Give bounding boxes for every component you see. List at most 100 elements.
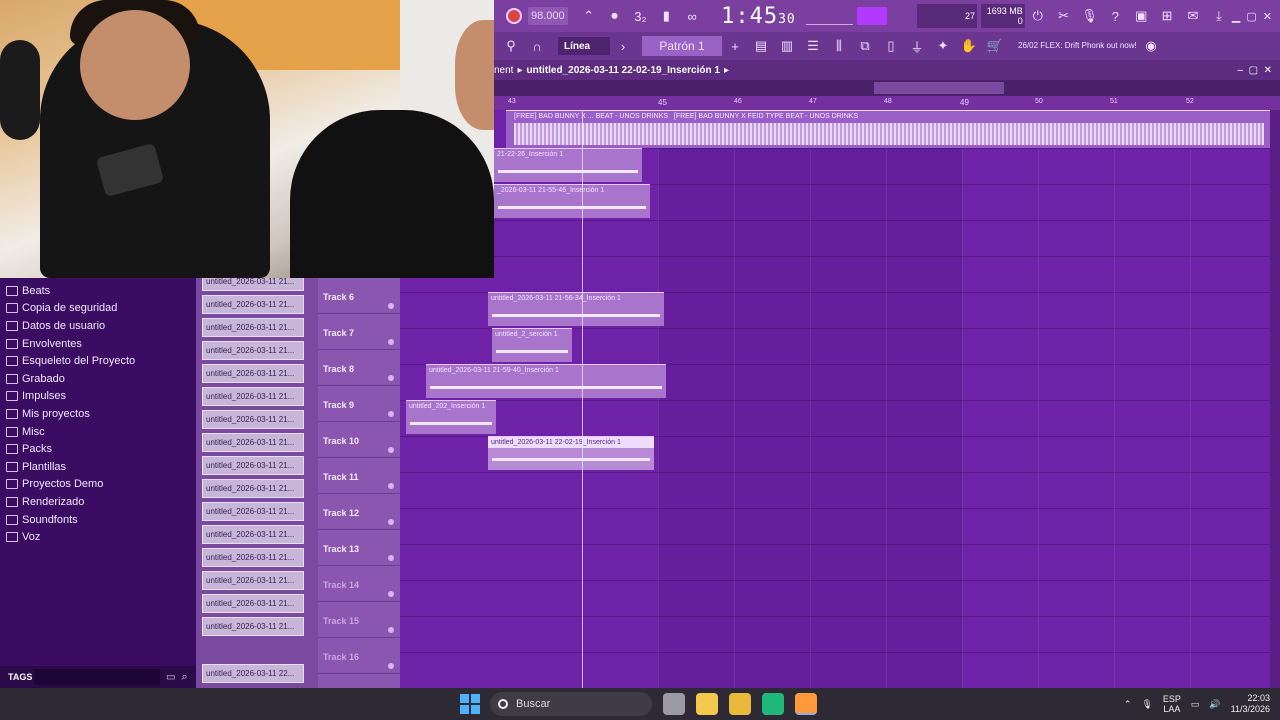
channel-rack-icon[interactable]: ☰ bbox=[802, 35, 824, 57]
record-button[interactable] bbox=[506, 8, 522, 24]
network-icon[interactable]: ▭ bbox=[1191, 699, 1200, 710]
vertical-scrollbar[interactable] bbox=[1270, 110, 1280, 688]
file-explorer-icon[interactable] bbox=[729, 693, 751, 715]
picker-item[interactable]: untitled_2026-03-11 21... bbox=[202, 525, 304, 544]
power-icon[interactable]: ⏻ bbox=[1027, 5, 1049, 27]
chat-icon[interactable]: ✉ bbox=[1182, 5, 1204, 27]
picker-item[interactable]: untitled_2026-03-11 22... bbox=[202, 664, 304, 683]
track-dot-icon[interactable] bbox=[388, 483, 394, 489]
browser-icon[interactable]: ⧉ bbox=[854, 35, 876, 57]
track-dot-icon[interactable] bbox=[388, 447, 394, 453]
mixer-icon[interactable]: ⊞ bbox=[1156, 5, 1178, 27]
browser-item-beats[interactable]: Beats bbox=[0, 282, 196, 300]
browser-item-envelopes[interactable]: Envolventes bbox=[0, 335, 196, 353]
add-pattern-icon[interactable]: + bbox=[724, 35, 746, 57]
track-header[interactable]: Track 6 bbox=[318, 278, 400, 314]
track-header[interactable]: Track 14 bbox=[318, 566, 400, 602]
snap-icon[interactable]: ⚲ bbox=[500, 35, 522, 57]
volume-icon[interactable]: 🔊 bbox=[1209, 699, 1220, 710]
picker-item[interactable]: untitled_2026-03-11 21... bbox=[202, 479, 304, 498]
playhead[interactable] bbox=[582, 110, 583, 688]
picker-item[interactable]: untitled_2026-03-11 21... bbox=[202, 410, 304, 429]
picker-item[interactable]: untitled_2026-03-11 21... bbox=[202, 571, 304, 590]
maximize-icon[interactable]: ▢ bbox=[1246, 10, 1256, 23]
browser-item-packs[interactable]: Packs bbox=[0, 440, 196, 458]
store-icon[interactable] bbox=[696, 693, 718, 715]
audio-clip[interactable]: untitled_202_Inserción 1 bbox=[406, 400, 496, 434]
track-dot-icon[interactable] bbox=[388, 375, 394, 381]
plugin-icon[interactable]: ▯ bbox=[880, 35, 902, 57]
globe-icon[interactable]: ◉ bbox=[1140, 35, 1162, 57]
picker-item[interactable]: untitled_2026-03-11 21... bbox=[202, 433, 304, 452]
microphone-icon[interactable]: 🎙 bbox=[1141, 699, 1152, 710]
picker-item[interactable]: untitled_2026-03-11 21... bbox=[202, 502, 304, 521]
track-dot-icon[interactable] bbox=[388, 411, 394, 417]
playlist-close-icon[interactable]: ✕ bbox=[1264, 65, 1272, 76]
plug-icon[interactable]: ⏚ bbox=[906, 35, 928, 57]
news-ticker[interactable]: 26/02 FLEX: Drift Phonk out now! bbox=[1018, 41, 1138, 51]
audio-clip[interactable]: 21-22-26_Inserción 1 bbox=[494, 148, 642, 182]
playlist-maximize-icon[interactable]: ▢ bbox=[1249, 65, 1258, 76]
folder-icon[interactable]: ▭ bbox=[166, 672, 175, 683]
close-icon[interactable]: ✕ bbox=[1263, 10, 1272, 23]
track-dot-icon[interactable] bbox=[388, 663, 394, 669]
audio-clip[interactable]: untitled_2026-03-11 21-56-34_Inserción 1 bbox=[488, 292, 664, 326]
countdown-icon[interactable]: 3₂ bbox=[629, 5, 651, 27]
track-header[interactable]: Track 13 bbox=[318, 530, 400, 566]
mixer-view-icon[interactable]: ⫼ bbox=[828, 35, 850, 57]
scissors-icon[interactable]: ✂ bbox=[1053, 5, 1075, 27]
browser-item-user-data[interactable]: Datos de usuario bbox=[0, 317, 196, 335]
breadcrumb[interactable]: untitled_2026-03-11 22-02-19_Inserción 1 bbox=[527, 65, 720, 76]
track-header[interactable]: Track 8 bbox=[318, 350, 400, 386]
browser-item-templates[interactable]: Plantillas bbox=[0, 458, 196, 476]
minimize-icon[interactable]: ▁ bbox=[1232, 10, 1240, 23]
browser-item-soundfonts[interactable]: Soundfonts bbox=[0, 511, 196, 529]
language-indicator[interactable]: ESP LAA bbox=[1163, 694, 1181, 714]
snap-mode-select[interactable]: Línea bbox=[558, 37, 610, 55]
browser-item-backup[interactable]: Copia de seguridad bbox=[0, 300, 196, 318]
clock[interactable]: 22:03 11/3/2026 bbox=[1231, 693, 1270, 715]
track-header[interactable]: Track 9 bbox=[318, 386, 400, 422]
download-icon[interactable]: ⤓ bbox=[1208, 5, 1230, 27]
browser-item-impulses[interactable]: Impulses bbox=[0, 388, 196, 406]
time-display[interactable]: 1:4530 bbox=[721, 4, 796, 29]
wait-icon[interactable]: ⏺ bbox=[604, 5, 626, 27]
magnet-icon[interactable]: ∩ bbox=[526, 35, 548, 57]
pattern-selector[interactable]: Patrón 1 bbox=[642, 36, 722, 56]
audio-clip-selected[interactable]: untitled_2026-03-11 22-02-19_Inserción 1 bbox=[488, 436, 654, 470]
audio-clip[interactable]: _2026-03-11 21-55-46_Inserción 1 bbox=[494, 184, 650, 218]
scrollbar-thumb[interactable] bbox=[874, 82, 1004, 94]
playlist-icon[interactable]: ▤ bbox=[750, 35, 772, 57]
tempo-display[interactable]: 98.000 bbox=[527, 7, 568, 25]
playlist-grid[interactable]: [FREE] BAD BUNNY X ... BEAT - UNOS DRINK… bbox=[400, 110, 1270, 688]
audio-clip[interactable]: untitled_2026-03-11 21-59-40_Inserción 1 bbox=[426, 364, 666, 398]
track-dot-icon[interactable] bbox=[388, 627, 394, 633]
browser-item-voice[interactable]: Voz bbox=[0, 528, 196, 546]
track-dot-icon[interactable] bbox=[388, 303, 394, 309]
step-icon[interactable]: ▮ bbox=[655, 5, 677, 27]
browser-item-recorded[interactable]: Grabado bbox=[0, 370, 196, 388]
picker-item[interactable]: untitled_2026-03-11 21... bbox=[202, 548, 304, 567]
picker-item[interactable]: untitled_2026-03-11 21... bbox=[202, 341, 304, 360]
taskbar-search[interactable]: Buscar bbox=[490, 692, 652, 716]
chevron-up-icon[interactable]: ⌃ bbox=[1124, 699, 1132, 710]
audio-clip-beat[interactable]: [FREE] BAD BUNNY X ... BEAT - UNOS DRINK… bbox=[506, 110, 1270, 148]
task-view-icon[interactable] bbox=[663, 693, 685, 715]
hand-icon[interactable]: ✋ bbox=[958, 35, 980, 57]
breadcrumb-arrow-icon[interactable]: ▸ bbox=[724, 65, 729, 76]
track-header[interactable]: Track 15 bbox=[318, 602, 400, 638]
picker-item[interactable]: untitled_2026-03-11 21... bbox=[202, 617, 304, 636]
windows-start-icon[interactable] bbox=[460, 694, 480, 714]
browser-item-project-skeleton[interactable]: Esqueleto del Proyecto bbox=[0, 352, 196, 370]
browser-item-demo-projects[interactable]: Proyectos Demo bbox=[0, 476, 196, 494]
tags-search-input[interactable] bbox=[34, 669, 160, 685]
track-header[interactable]: Track 11 bbox=[318, 458, 400, 494]
track-header[interactable]: Track 16 bbox=[318, 638, 400, 674]
piano-roll-icon[interactable]: ▥ bbox=[776, 35, 798, 57]
loop-record-icon[interactable]: ∞ bbox=[681, 5, 703, 27]
track-dot-icon[interactable] bbox=[388, 555, 394, 561]
browser-item-misc[interactable]: Misc bbox=[0, 423, 196, 441]
track-dot-icon[interactable] bbox=[388, 339, 394, 345]
save-icon[interactable]: ▣ bbox=[1130, 5, 1152, 27]
picker-item[interactable]: untitled_2026-03-11 21... bbox=[202, 456, 304, 475]
